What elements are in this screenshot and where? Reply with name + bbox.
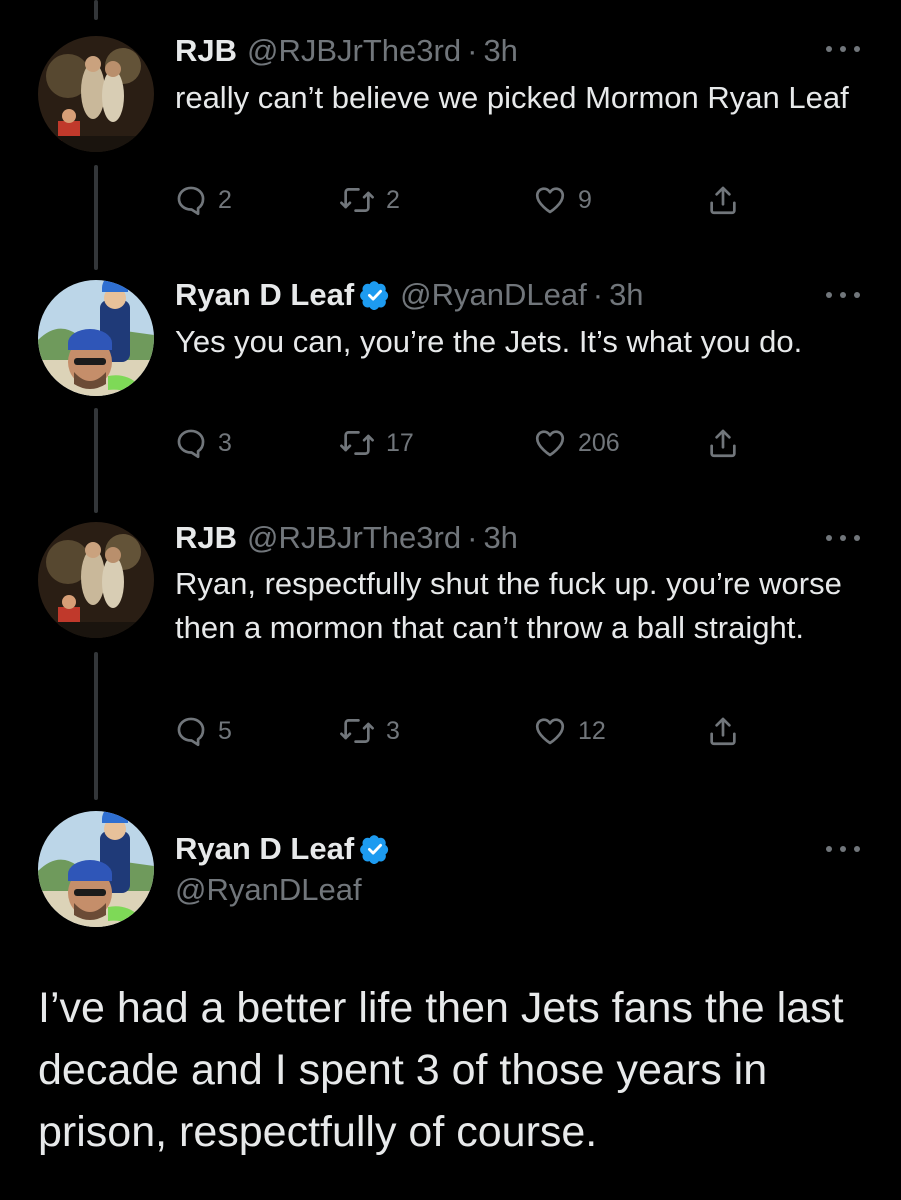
- author-name[interactable]: RJB: [175, 519, 237, 557]
- more-icon[interactable]: [826, 44, 860, 54]
- heart-icon: [535, 430, 565, 457]
- separator-dot: ·: [592, 277, 604, 312]
- retweet-icon: [340, 188, 374, 212]
- avatar[interactable]: [38, 36, 154, 152]
- reply-count: 5: [218, 716, 232, 745]
- rjb-avatar: [38, 36, 154, 152]
- retweet-count: 3: [386, 716, 400, 745]
- share-icon: [710, 186, 736, 215]
- share-icon: [710, 429, 736, 458]
- verified-badge-icon: [360, 835, 389, 864]
- reply-icon: [177, 186, 205, 216]
- tweet-actions: 3 17 206: [170, 423, 770, 463]
- reply-button[interactable]: 3: [174, 423, 232, 463]
- tweet-header: RJB @RJBJrThe3rd · 3h: [175, 519, 518, 557]
- retweet-icon: [340, 719, 374, 743]
- timestamp[interactable]: 3h: [483, 519, 517, 557]
- retweet-count: 17: [386, 428, 414, 457]
- heart-icon: [535, 187, 565, 214]
- tweet-header: RJB @RJBJrThe3rd · 3h: [175, 32, 518, 70]
- reply-button[interactable]: 2: [174, 180, 232, 220]
- verified-badge-icon: [360, 281, 389, 310]
- like-count: 12: [578, 716, 606, 745]
- avatar[interactable]: [38, 522, 154, 638]
- tweet[interactable]: Ryan D Leaf @RyanDLeaf · 3h Yes you can,…: [0, 250, 901, 500]
- tweet-text: Ryan, respectfully shut the fuck up. you…: [175, 566, 842, 645]
- tweet[interactable]: RJB @RJBJrThe3rd · 3h really can’t belie…: [0, 0, 901, 250]
- like-button[interactable]: 9: [532, 180, 592, 220]
- reply-count: 2: [218, 185, 232, 214]
- author-name[interactable]: Ryan D Leaf: [175, 276, 354, 314]
- tweet-text: I’ve had a better life then Jets fans th…: [38, 984, 844, 1156]
- share-button[interactable]: [706, 711, 740, 751]
- author-handle[interactable]: @RyanDLeaf: [175, 871, 362, 909]
- retweet-button[interactable]: 17: [338, 423, 414, 463]
- retweet-icon: [340, 431, 374, 455]
- avatar[interactable]: [38, 811, 154, 927]
- like-button[interactable]: 206: [532, 423, 620, 463]
- reply-icon: [177, 429, 205, 459]
- share-button[interactable]: [706, 423, 740, 463]
- separator-dot: ·: [467, 520, 478, 555]
- share-button[interactable]: [706, 180, 740, 220]
- separator-dot: ·: [467, 33, 478, 68]
- reply-icon: [177, 717, 205, 747]
- main-tweet: Ryan D Leaf @RyanDLeaf I’ve had a better…: [0, 800, 901, 1200]
- like-button[interactable]: 12: [532, 711, 606, 751]
- ryan-leaf-avatar: [38, 811, 154, 927]
- tweet-text: really can’t believe we picked Mormon Ry…: [175, 80, 849, 115]
- author-handle[interactable]: @RJBJrThe3rd: [247, 32, 461, 70]
- retweet-button[interactable]: 3: [338, 711, 400, 751]
- tweet-actions: 2 2 9: [170, 180, 770, 220]
- more-icon[interactable]: [826, 844, 860, 854]
- tweet-header: Ryan D Leaf: [175, 830, 390, 868]
- timestamp[interactable]: 3h: [483, 32, 517, 70]
- like-count: 206: [578, 428, 620, 457]
- ryan-leaf-avatar: [38, 280, 154, 396]
- author-name[interactable]: Ryan D Leaf: [175, 830, 354, 868]
- more-icon[interactable]: [826, 290, 860, 300]
- tweet-text: Yes you can, you’re the Jets. It’s what …: [175, 324, 803, 359]
- retweet-button[interactable]: 2: [338, 180, 400, 220]
- author-handle[interactable]: @RyanDLeaf: [400, 276, 587, 314]
- tweet[interactable]: RJB @RJBJrThe3rd · 3h Ryan, respectfully…: [0, 500, 901, 800]
- rjb-avatar: [38, 522, 154, 638]
- author-name[interactable]: RJB: [175, 32, 237, 70]
- tweet-actions: 5 3 12: [170, 711, 770, 751]
- avatar[interactable]: [38, 280, 154, 396]
- retweet-count: 2: [386, 185, 400, 214]
- like-count: 9: [578, 185, 592, 214]
- heart-icon: [535, 718, 565, 745]
- share-icon: [710, 717, 736, 746]
- tweet-header: Ryan D Leaf @RyanDLeaf · 3h: [175, 276, 644, 314]
- more-icon[interactable]: [826, 533, 860, 543]
- reply-button[interactable]: 5: [174, 711, 232, 751]
- author-handle[interactable]: @RJBJrThe3rd: [247, 519, 461, 557]
- reply-count: 3: [218, 428, 232, 457]
- timestamp[interactable]: 3h: [609, 276, 643, 314]
